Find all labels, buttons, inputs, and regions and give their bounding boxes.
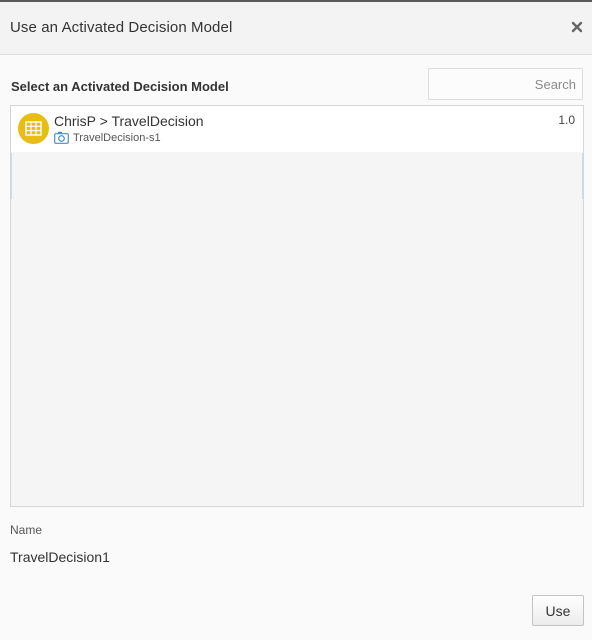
dialog-title: Use an Activated Decision Model [10,19,233,36]
snapshot-camera-icon [54,131,69,144]
list-item-version: 1.0 [558,113,575,127]
select-model-label: Select an Activated Decision Model [11,79,229,94]
close-icon[interactable] [570,20,584,34]
list-focus-marker-right [582,153,583,199]
list-item-title: ChrisP > TravelDecision [54,113,204,129]
search-input[interactable] [428,68,583,100]
name-field-value[interactable]: TravelDecision1 [10,549,110,565]
list-item-snapshot: TravelDecision-s1 [73,132,161,144]
name-field-label: Name [10,523,43,537]
use-button[interactable]: Use [532,595,584,626]
list-item[interactable]: ChrisP > TravelDecision TravelDecision-s… [11,106,583,152]
decision-table-icon [18,113,49,144]
use-decision-model-dialog: Use an Activated Decision Model Select a… [0,0,592,640]
model-list[interactable]: ChrisP > TravelDecision TravelDecision-s… [10,105,584,507]
list-focus-marker-left [11,153,12,199]
dialog-header: Use an Activated Decision Model [0,2,592,55]
